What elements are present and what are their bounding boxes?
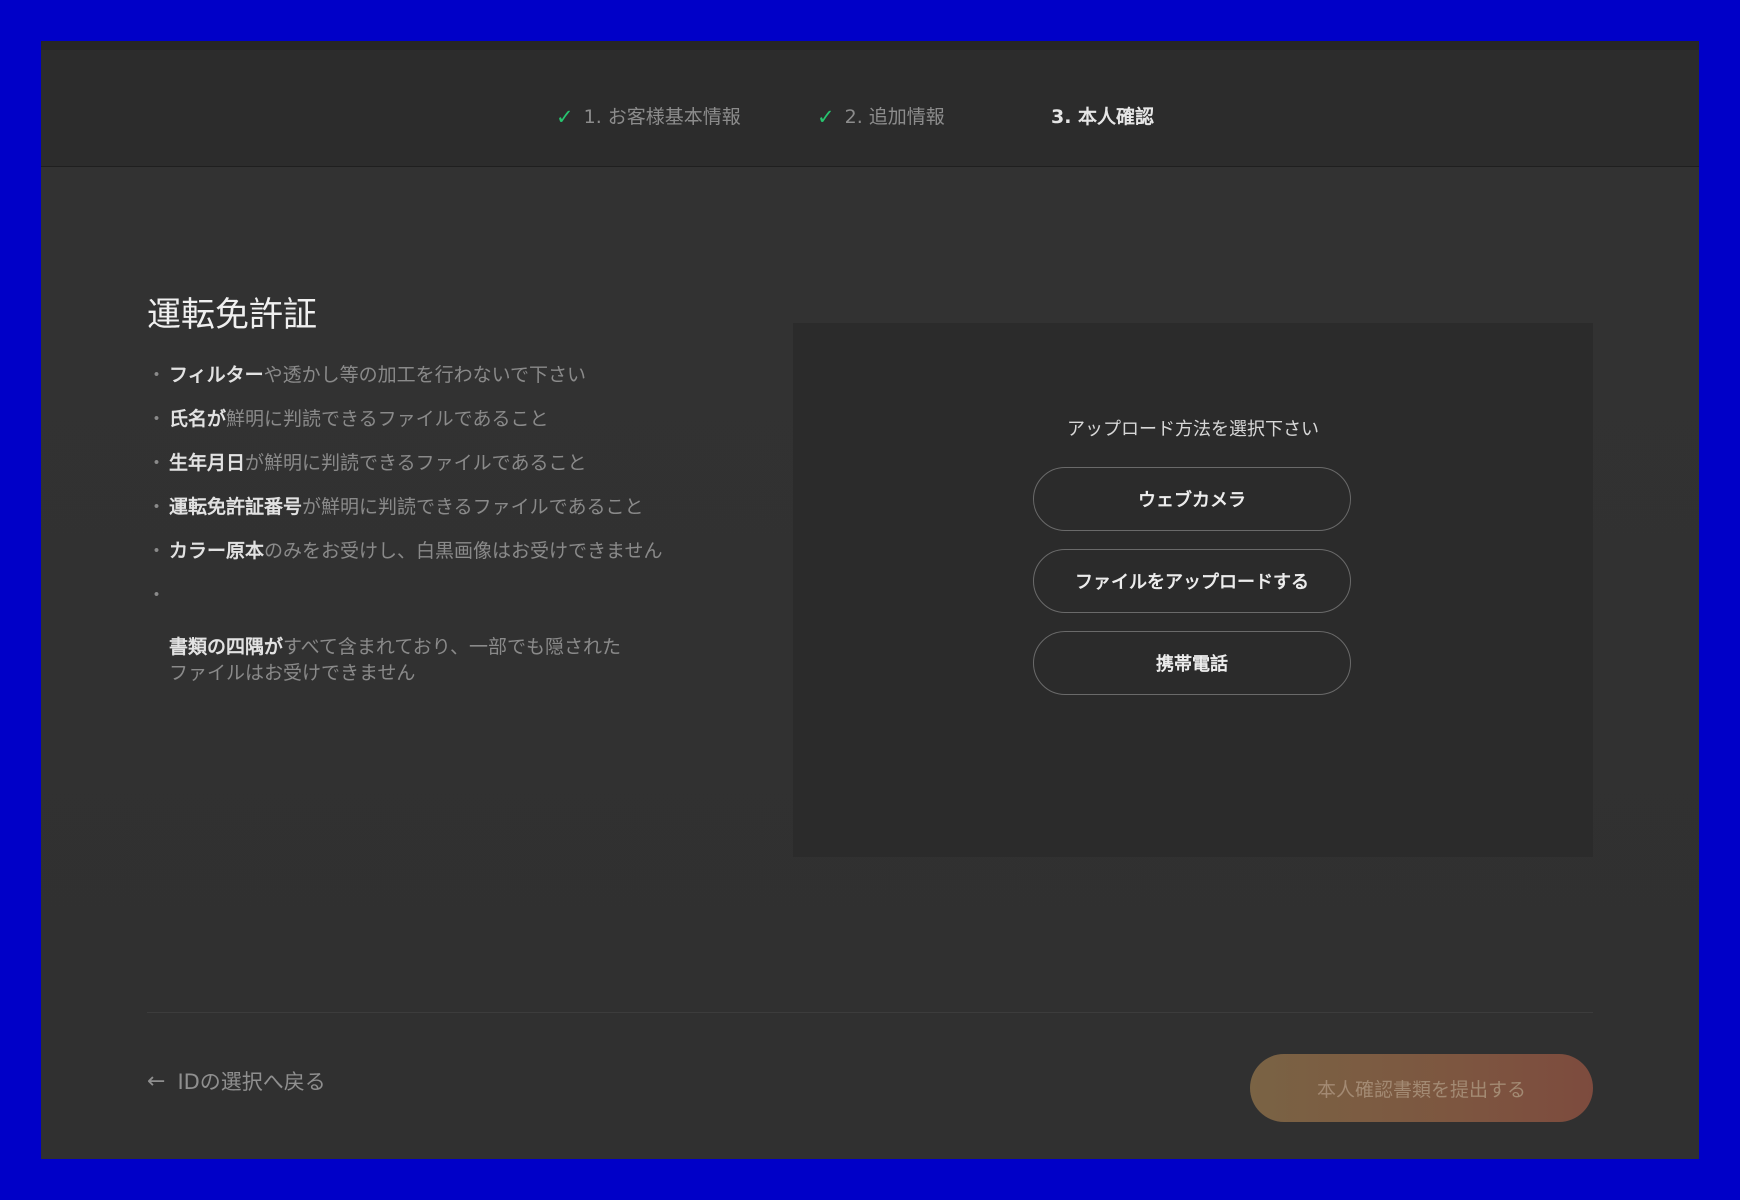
requirement-text: のみをお受けし、白黒画像はお受けできません — [264, 540, 663, 562]
bullet: ・ — [147, 496, 167, 518]
requirement-text: 鮮明に判読できるファイルであること — [226, 408, 549, 430]
back-link-label: IDの選択へ戻る — [177, 1070, 326, 1094]
progress-header: ✓ 1. お客様基本情報 ✓ 2. 追加情報 3. 本人確認 — [41, 41, 1699, 174]
requirement-text: が鮮明に判読できるファイルであること — [245, 452, 587, 474]
requirement-emphasis: 書類の四隅が — [169, 636, 284, 658]
main-content: 運転免許証 ・ フィルターや透かし等の加工を行わないで下さい ・ 氏名が鮮明に判… — [41, 167, 1699, 1159]
requirements-list: ・ フィルターや透かし等の加工を行わないで下さい ・ 氏名が鮮明に判読できるファ… — [147, 362, 707, 704]
app-window: ✓ 1. お客様基本情報 ✓ 2. 追加情報 3. 本人確認 運転免許証 ・ フ… — [41, 41, 1699, 1159]
list-item: ・ カラー原本のみをお受けし、白黒画像はお受けできません — [147, 538, 707, 564]
webcam-button[interactable]: ウェブカメラ — [1033, 467, 1351, 531]
arrow-left-icon: ← — [147, 1068, 166, 1094]
check-icon: ✓ — [817, 105, 835, 129]
list-item: ・ フィルターや透かし等の加工を行わないで下さい — [147, 362, 707, 388]
list-item: ・ 運転免許証番号が鮮明に判読できるファイルであること — [147, 494, 707, 520]
step-label: 3. 本人確認 — [1051, 106, 1155, 128]
requirement-text: が鮮明に判読できるファイルであること — [302, 496, 644, 518]
upload-panel: アップロード方法を選択下さい ウェブカメラ ファイルをアップロードする 携帯電話 — [793, 323, 1593, 857]
step-label: 1. お客様基本情報 — [583, 106, 741, 128]
step-basic-info[interactable]: ✓ 1. お客様基本情報 — [556, 106, 741, 166]
list-item: ・ 書類の四隅がすべて含まれており、一部でも隠された ファイルはお受けできません — [147, 582, 707, 686]
footer-divider — [147, 1012, 1593, 1013]
bullet: ・ — [147, 540, 167, 562]
list-item: ・ 氏名が鮮明に判読できるファイルであること — [147, 406, 707, 432]
step-additional-info[interactable]: ✓ 2. 追加情報 — [817, 106, 945, 166]
requirement-emphasis: 生年月日 — [169, 452, 246, 474]
bullet: ・ — [147, 364, 167, 386]
bullet: ・ — [147, 452, 167, 474]
step-identity-verification[interactable]: 3. 本人確認 — [1051, 106, 1154, 166]
list-item: ・ 生年月日が鮮明に判読できるファイルであること — [147, 450, 707, 476]
step-indicator: ✓ 1. お客様基本情報 ✓ 2. 追加情報 3. 本人確認 — [41, 106, 1699, 166]
requirement-emphasis: フィルター — [169, 364, 264, 386]
document-title: 運転免許証 — [147, 295, 317, 335]
requirement-emphasis: 運転免許証番号 — [169, 496, 303, 518]
requirement-emphasis: カラー原本 — [169, 540, 265, 562]
back-link[interactable]: ← IDの選択へ戻る — [147, 1066, 326, 1096]
bullet: ・ — [147, 408, 167, 430]
requirement-emphasis: 氏名が — [169, 408, 227, 430]
check-icon: ✓ — [556, 105, 574, 129]
submit-documents-button[interactable]: 本人確認書類を提出する — [1250, 1054, 1593, 1122]
upload-file-button[interactable]: ファイルをアップロードする — [1033, 549, 1351, 613]
upload-heading: アップロード方法を選択下さい — [1067, 419, 1319, 440]
requirement-text: や透かし等の加工を行わないで下さい — [263, 364, 587, 386]
bullet: ・ — [147, 584, 167, 606]
mobile-phone-button[interactable]: 携帯電話 — [1033, 631, 1351, 695]
step-label: 2. 追加情報 — [844, 106, 945, 128]
